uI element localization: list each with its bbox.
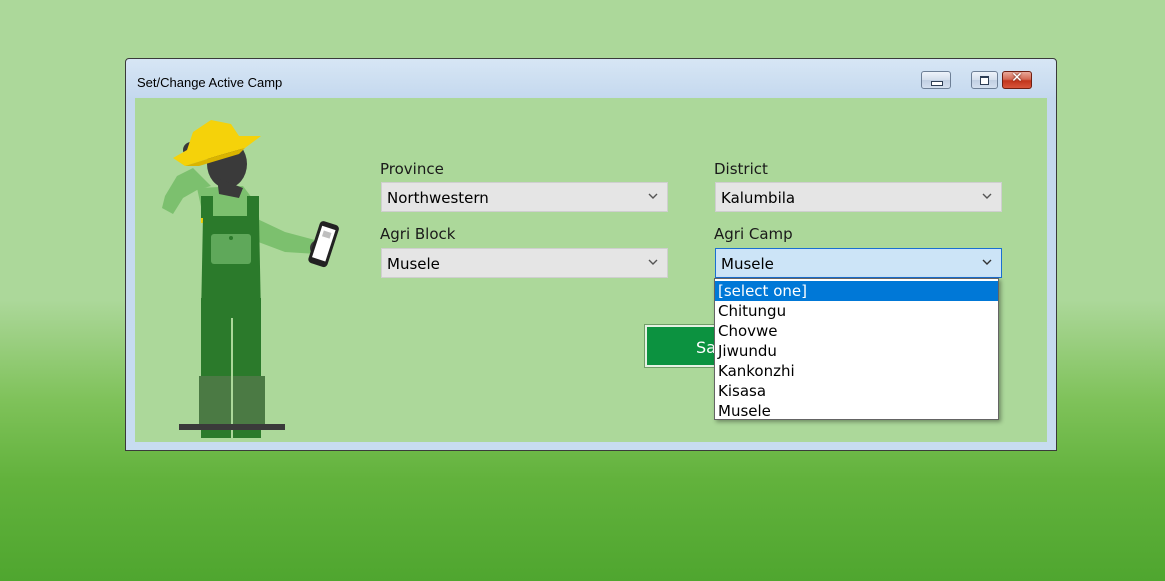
agri-camp-label: Agri Camp bbox=[714, 225, 793, 243]
farmer-illustration bbox=[162, 120, 339, 438]
agri-camp-select[interactable]: Musele bbox=[715, 248, 1002, 278]
district-select[interactable]: Kalumbila bbox=[715, 182, 1002, 212]
maximize-button[interactable] bbox=[971, 71, 998, 89]
chevron-down-icon bbox=[982, 193, 992, 199]
minimize-button[interactable] bbox=[921, 71, 951, 89]
district-value: Kalumbila bbox=[721, 189, 796, 207]
chevron-down-icon bbox=[982, 259, 992, 265]
close-icon: ✕ bbox=[1011, 70, 1023, 86]
maximize-icon bbox=[980, 76, 989, 85]
agri-block-value: Musele bbox=[387, 255, 440, 273]
dropdown-option-jiwundu[interactable]: Jiwundu bbox=[715, 341, 998, 361]
minimize-icon bbox=[931, 81, 943, 86]
dropdown-option-chitungu[interactable]: Chitungu bbox=[715, 301, 998, 321]
save-button-label: Sa bbox=[696, 338, 716, 357]
province-value: Northwestern bbox=[387, 189, 489, 207]
agri-block-select[interactable]: Musele bbox=[381, 248, 668, 278]
close-button[interactable]: ✕ bbox=[1002, 70, 1032, 89]
dropdown-option-kankonzhi[interactable]: Kankonzhi bbox=[715, 361, 998, 381]
dropdown-option-musele[interactable]: Musele bbox=[715, 401, 998, 421]
district-label: District bbox=[714, 160, 768, 178]
agri-block-label: Agri Block bbox=[380, 225, 456, 243]
province-select[interactable]: Northwestern bbox=[381, 182, 668, 212]
window-title: Set/Change Active Camp bbox=[137, 75, 283, 90]
agri-camp-dropdown-list: [select one] Chitungu Chovwe Jiwundu Kan… bbox=[714, 278, 999, 420]
dropdown-option-select-one[interactable]: [select one] bbox=[715, 281, 998, 301]
chevron-down-icon bbox=[648, 259, 658, 265]
dropdown-option-kisasa[interactable]: Kisasa bbox=[715, 381, 998, 401]
province-label: Province bbox=[380, 160, 444, 178]
chevron-down-icon bbox=[648, 193, 658, 199]
agri-camp-value: Musele bbox=[721, 255, 774, 273]
dropdown-option-chovwe[interactable]: Chovwe bbox=[715, 321, 998, 341]
